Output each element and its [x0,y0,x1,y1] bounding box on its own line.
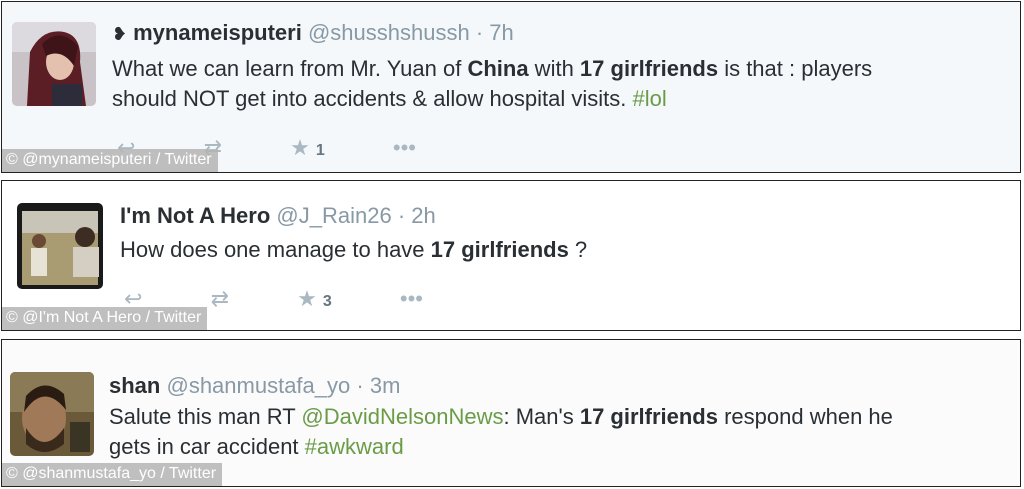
avatar[interactable] [17,203,103,289]
display-name[interactable]: mynameisputeri [133,20,302,45]
user-handle[interactable]: @J_Rain26 [276,203,391,228]
tweet-text-segment: : Man's [503,404,580,429]
tweet-text: What we can learn from Mr. Yuan of China… [112,54,872,114]
retweet-icon[interactable]: ⇄ [211,286,229,312]
tweet-text-segment: gets in car accident [109,434,305,459]
tweet-text: How does one manage to have 17 girlfrien… [120,235,587,265]
tweet-text-segment: ? [568,237,588,262]
tweet-text-bold: 17 girlfriends [579,404,718,429]
photo-credit: © @mynameisputeri / Twitter [2,149,218,172]
timestamp[interactable]: 3m [370,373,401,398]
display-name[interactable]: shan [109,373,160,398]
photo-credit: © @I'm Not A Hero / Twitter [2,307,208,330]
tweet-text-segment: What we can learn from Mr. Yuan of [112,56,468,81]
separator: · [356,373,364,398]
separator: · [475,20,484,45]
favorite-count: 1 [315,142,325,160]
timestamp[interactable]: 7h [489,20,513,45]
tweet-text-segment: Salute this man RT [109,404,302,429]
favorite-button[interactable]: ★ 3 [297,286,332,312]
favorite-count: 3 [322,293,332,311]
timestamp[interactable]: 2h [411,203,435,228]
favorite-star-icon: ★ [290,135,310,161]
tweet-text-segment: respond when he [717,404,893,429]
hashtag-link[interactable]: #lol [633,86,667,111]
tweet-text: Salute this man RT @DavidNelsonNews: Man… [109,402,893,462]
photo-credit: © @shanmustafa_yo / Twitter [2,463,223,486]
tweet-card[interactable]: shan @shanmustafa_yo · 3m Salute this ma… [1,339,1021,487]
favorite-button[interactable]: ★ 1 [290,135,325,161]
separator: · [397,203,406,228]
tweet-text-segment: How does one manage to have [120,237,431,262]
tweet-card[interactable]: I'm Not A Hero @J_Rain26 · 2h How does o… [1,180,1021,331]
conversation-indicator-icon: ❥ [112,24,128,44]
avatar[interactable] [12,22,96,106]
tweet-card[interactable]: ❥ mynameisputeri @shusshshussh · 7h What … [1,1,1021,173]
user-handle[interactable]: @shusshshussh [308,20,470,45]
avatar[interactable] [10,372,94,456]
user-handle[interactable]: @shanmustafa_yo [166,373,350,398]
tweet-text-segment: is that : players [718,56,873,81]
more-dots-icon[interactable]: ••• [400,286,423,312]
hashtag-link[interactable]: #awkward [305,434,404,459]
more-dots-icon[interactable]: ••• [393,135,416,161]
tweet-text-bold: 17 girlfriends [430,237,569,262]
mention-link[interactable]: @DavidNelsonNews [301,404,503,429]
tweet-text-bold: China [467,56,529,81]
tweet-text-bold: 17 girlfriends [579,56,719,81]
display-name[interactable]: I'm Not A Hero [120,203,270,228]
favorite-star-icon: ★ [297,286,317,312]
tweet-text-segment: with [528,56,580,81]
tweet-text-segment: should NOT get into accidents & allow ho… [112,86,633,111]
